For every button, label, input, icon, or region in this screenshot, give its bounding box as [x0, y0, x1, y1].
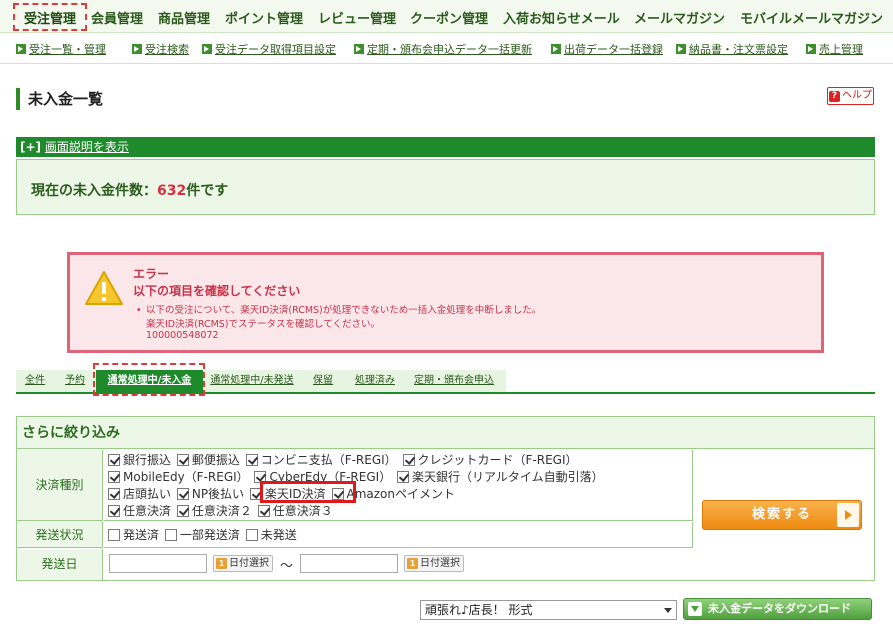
payment-row-1: 銀行振込 郵便振込 コンビニ支払（F-REGI） クレジットカード（F-REGI… [106, 451, 578, 468]
tab-subscription[interactable]: 定期・頒布会申込 [412, 370, 496, 392]
checkbox-credit-card[interactable] [402, 454, 415, 466]
checkbox-store-payment[interactable] [108, 488, 120, 500]
error-line-2: 楽天ID決済(RCMS)でステータスを確認してください。 [146, 319, 380, 330]
arrow-icon [202, 44, 212, 54]
checkbox-shipped[interactable] [108, 529, 120, 541]
tab-reserved[interactable]: 予約 [62, 370, 88, 392]
checkbox-optional-1[interactable] [108, 505, 120, 517]
topnav-restock-mail[interactable]: 入荷お知らせメール [503, 8, 620, 27]
arrow-icon [16, 44, 26, 54]
error-line-1: • 以下の受注について、楽天ID決済(RCMS)が処理できないため一括入金処理を中… [136, 305, 542, 316]
calendar-icon: 1 [407, 558, 418, 569]
tab-all[interactable]: 全件 [22, 370, 48, 392]
arrow-icon [551, 44, 561, 54]
topnav-mail-magazine[interactable]: メールマガジン [634, 8, 725, 27]
format-select[interactable]: 頑張れ♪店長！ 形式 [420, 600, 677, 620]
subnav-order-list[interactable]: 受注一覧・管理 [16, 41, 106, 57]
search-button[interactable]: 検索する [702, 500, 862, 530]
error-box: エラー 以下の項目を確認してください • 以下の受注について、楽天ID決済(RCM… [67, 252, 824, 353]
arrow-icon [676, 44, 686, 54]
payment-row-4: 任意決済 任意決済２ 任意決済３ [106, 502, 333, 519]
warning-icon [85, 271, 123, 305]
subnav-subscription-update[interactable]: 定期・頒布会申込データ一括更新 [354, 41, 532, 57]
unpaid-count: 632 [157, 183, 187, 199]
error-title: エラー [133, 267, 170, 281]
subnav-invoice-settings[interactable]: 納品書・注文票設定 [676, 41, 788, 57]
unpaid-count-text: 現在の未入金件数：632件です [31, 183, 229, 199]
error-subtitle: 以下の項目を確認してください [133, 284, 301, 298]
sub-nav: 受注一覧・管理 受注検索 受注データ取得項目設定 定期・頒布会申込データ一括更新… [0, 36, 893, 60]
subnav-order-fields[interactable]: 受注データ取得項目設定 [202, 41, 336, 57]
expander-link[interactable]: 画面説明を表示 [45, 140, 129, 154]
download-button[interactable]: 未入金データをダウンロード [683, 598, 872, 620]
help-button[interactable]: ? ヘルプ [827, 87, 874, 105]
checkbox-bank-transfer[interactable] [108, 454, 120, 466]
download-icon [688, 602, 702, 616]
subnav-shipping-register[interactable]: 出荷データ一括登録 [551, 41, 663, 57]
topnav-members[interactable]: 会員管理 [91, 8, 143, 27]
page-title: 未入金一覧 [16, 88, 103, 110]
arrow-icon [354, 44, 364, 54]
topnav-coupons[interactable]: クーポン管理 [410, 8, 488, 27]
top-nav: 受注管理 会員管理 商品管理 ポイント管理 レビュー管理 クーポン管理 入荷お知… [0, 0, 893, 33]
topnav-mobile-mail-magazine[interactable]: モバイルメールマガジン [740, 8, 883, 27]
shipping-status-options: 発送済 一部発送済 未発送 [106, 526, 297, 543]
shipping-status-label: 発送状況 [17, 522, 103, 548]
checkbox-convenience[interactable] [245, 454, 258, 466]
checkbox-postal-transfer[interactable] [176, 454, 189, 466]
calendar-icon: 1 [216, 558, 227, 569]
ship-date-from-input[interactable] [109, 554, 207, 573]
checkbox-unshipped[interactable] [245, 529, 258, 541]
filter-title: さらに絞り込み [17, 417, 874, 449]
divider [0, 63, 893, 64]
tab-processed[interactable]: 処理済み [352, 370, 398, 392]
tab-hold[interactable]: 保留 [310, 370, 336, 392]
topnav-points[interactable]: ポイント管理 [225, 8, 303, 27]
arrow-icon [132, 44, 142, 54]
payment-type-label: 決済種別 [17, 450, 103, 521]
checkbox-optional-3[interactable] [257, 505, 270, 517]
subnav-sales[interactable]: 売上管理 [806, 41, 863, 57]
checkbox-partially-shipped[interactable] [164, 529, 177, 541]
topnav-reviews[interactable]: レビュー管理 [318, 8, 396, 27]
date-picker-to-button[interactable]: 1 日付選択 [404, 555, 464, 572]
checkbox-optional-2[interactable] [176, 505, 189, 517]
checkbox-rakuten-bank[interactable] [397, 471, 410, 483]
description-expander[interactable]: [+] 画面説明を表示 [16, 137, 875, 157]
checkbox-mobile-edy[interactable] [108, 471, 120, 483]
unpaid-count-box: 現在の未入金件数：632件です [16, 159, 875, 215]
checkbox-np-deferred[interactable] [176, 488, 189, 500]
ship-date-to-input[interactable] [300, 554, 398, 573]
highlight-active-tab [93, 363, 205, 396]
ship-date-label: 発送日 [17, 549, 103, 580]
tab-normal-unshipped[interactable]: 通常処理中/未発送 [208, 370, 296, 392]
date-range-separator: ～ [280, 559, 294, 574]
highlight-rakuten-id [260, 481, 356, 503]
error-order-number: 100000548072 [146, 330, 219, 341]
topnav-products[interactable]: 商品管理 [158, 8, 210, 27]
question-icon: ? [829, 91, 840, 102]
chevron-down-icon [664, 608, 672, 613]
status-tabs: 全件 予約 通常処理中/未入金 通常処理中/未発送 保留 処理済み 定期・頒布会… [16, 370, 506, 394]
subnav-order-search[interactable]: 受注検索 [132, 41, 189, 57]
arrow-icon [806, 44, 816, 54]
date-picker-from-button[interactable]: 1 日付選択 [213, 555, 273, 572]
arrow-right-icon [837, 503, 859, 527]
highlight-orders-tab [13, 3, 87, 31]
